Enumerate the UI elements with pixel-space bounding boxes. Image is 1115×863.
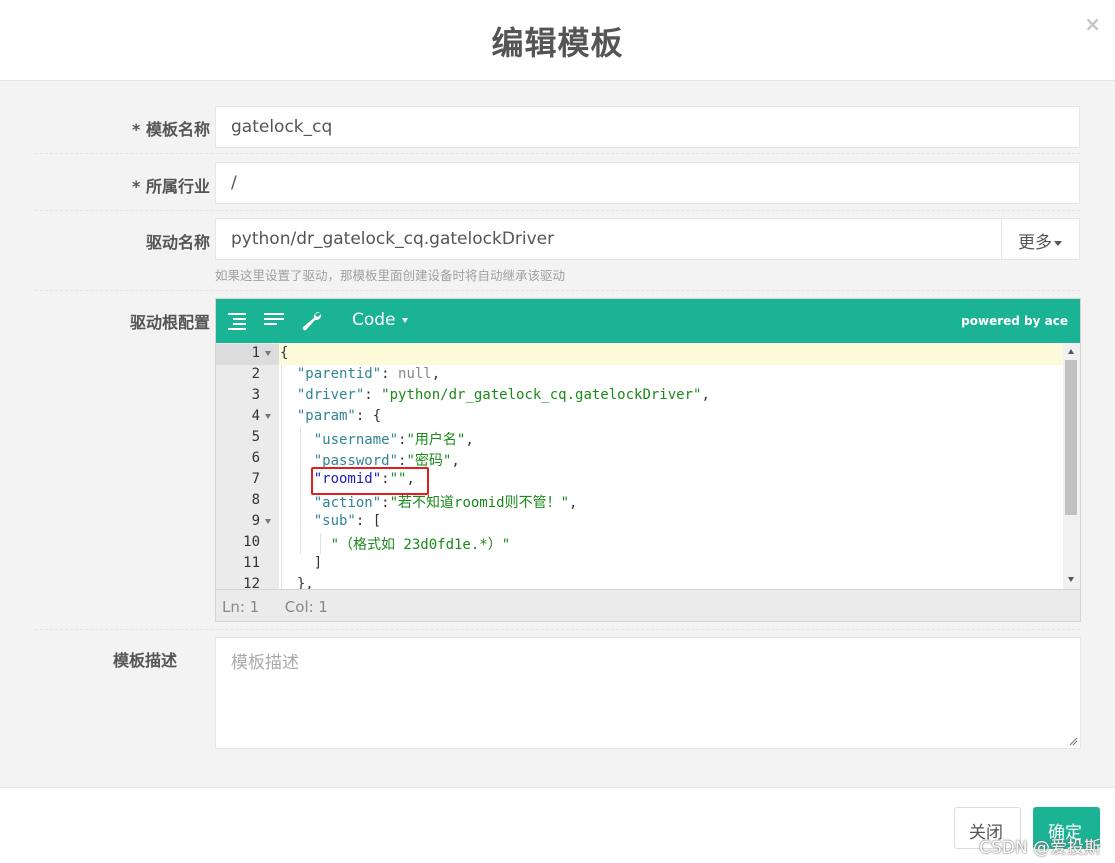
code-value: "若不知道roomid则不管！" (389, 495, 570, 511)
code-key: "param" (296, 408, 356, 424)
mode-label: Code (352, 310, 396, 330)
code-text: { (280, 345, 289, 361)
code-line-3: "driver": "python/dr_gatelock_cq.gateloc… (280, 387, 710, 403)
line-number: 5 (251, 429, 260, 445)
close-icon[interactable]: × (1084, 12, 1101, 36)
fold-arrow-icon[interactable] (265, 519, 271, 524)
form-row-driver-name: 驱动名称 python/dr_gatelock_cq.gatelockDrive… (35, 211, 1080, 291)
code-text: , (701, 387, 710, 403)
code-line-5: "username":"用户名", (280, 429, 474, 449)
code-text: , (431, 366, 441, 382)
editor-status-bar: Ln: 1 Col: 1 (216, 589, 1080, 621)
driver-help-text: 如果这里设置了驱动，那模板里面创建设备时将自动继承该驱动 (215, 268, 566, 283)
line-number: 10 (243, 534, 260, 550)
line-number: 12 (243, 576, 260, 589)
code-key: "action" (313, 495, 382, 511)
line-indicator: Ln: 1 (222, 598, 260, 616)
code-key: "parentid" (296, 366, 382, 382)
format-icon[interactable] (226, 310, 250, 332)
driver-name-input[interactable]: python/dr_gatelock_cq.gatelockDriver (231, 229, 554, 249)
chevron-down-icon (401, 317, 408, 323)
code-text: , (451, 453, 460, 469)
code-key: "username" (313, 432, 399, 448)
code-text: : (381, 366, 399, 382)
form-row-industry: * 所属行业 / (35, 154, 1080, 211)
template-name-label: * 模板名称 (132, 120, 210, 139)
code-text: , (569, 495, 578, 511)
code-key: "driver" (296, 387, 365, 403)
template-name-input[interactable]: gatelock_cq (215, 106, 1080, 148)
code-text: : (381, 495, 390, 511)
scroll-up-icon[interactable] (1068, 349, 1074, 354)
scroll-down-icon[interactable] (1068, 577, 1074, 582)
line-number: 4 (251, 408, 260, 424)
editor-toolbar: Code powered by ace (216, 299, 1080, 343)
line-number: 1 (251, 345, 260, 361)
driver-name-label: 驱动名称 (145, 233, 210, 252)
code-line-8: "action":"若不知道roomid则不管！", (280, 492, 578, 512)
active-line-highlight (279, 344, 1063, 365)
code-line-1: { (280, 345, 288, 361)
driver-config-label: 驱动根配置 (129, 313, 210, 332)
powered-by-ace: powered by ace (961, 314, 1068, 328)
code-line-9: "sub": [ (280, 513, 381, 529)
form-row-template-name: * 模板名称 gatelock_cq (35, 97, 1080, 154)
driver-name-input-group: python/dr_gatelock_cq.gatelockDriver 更多 (215, 218, 1080, 260)
more-label: 更多 (1018, 233, 1052, 253)
line-number: 3 (251, 387, 260, 403)
code-value: "（格式如 23d0fd1e.*）" (330, 537, 511, 553)
mode-dropdown[interactable]: Code (352, 310, 408, 330)
line-number: 9 (251, 513, 260, 529)
more-dropdown-button[interactable]: 更多 (1001, 219, 1079, 259)
line-number: 7 (251, 471, 260, 487)
description-placeholder: 模板描述 (231, 653, 299, 673)
wrench-icon[interactable] (300, 310, 324, 332)
compact-icon[interactable] (262, 310, 286, 332)
description-textarea[interactable]: 模板描述 (215, 637, 1081, 749)
code-text: ] (313, 555, 323, 571)
line-number: 6 (251, 450, 260, 466)
code-line-12: }, (280, 576, 314, 589)
code-value: null (398, 366, 432, 382)
code-text: : (364, 387, 382, 403)
code-text: }, (296, 576, 314, 589)
industry-input[interactable]: / (215, 162, 1080, 204)
code-text: : { (355, 408, 382, 424)
watermark: CSDN @爱投斯 (979, 838, 1101, 858)
roomid-highlight-box (311, 467, 429, 495)
editor-body[interactable]: 1 2 3 4 5 6 7 8 9 10 11 12 { "parentid":… (216, 343, 1080, 589)
modal-footer: 关闭 确定 (0, 787, 1115, 863)
line-number: 8 (251, 492, 260, 508)
code-key: "sub" (313, 513, 356, 529)
line-number: 11 (243, 555, 260, 571)
json-editor[interactable]: Code powered by ace 1 2 3 4 5 6 7 8 9 10… (215, 298, 1081, 622)
column-indicator: Col: 1 (284, 598, 328, 616)
modal-title: 编辑模板 (491, 24, 624, 62)
line-number: 2 (251, 366, 260, 382)
industry-label: * 所属行业 (132, 177, 210, 196)
fold-arrow-icon[interactable] (265, 351, 271, 356)
editor-scrollbar[interactable] (1063, 343, 1080, 589)
code-value: "用户名" (406, 432, 466, 448)
code-text: , (465, 432, 474, 448)
chevron-down-icon (1054, 240, 1062, 246)
resize-handle-icon[interactable] (1069, 737, 1078, 746)
code-text: : [ (355, 513, 382, 529)
code-line-10: "（格式如 23d0fd1e.*）" (280, 534, 511, 554)
code-line-4: "param": { (280, 408, 381, 424)
description-label: 模板描述 (112, 651, 177, 670)
scrollbar-thumb[interactable] (1065, 360, 1077, 515)
code-line-2: "parentid": null, (280, 366, 440, 382)
fold-arrow-icon[interactable] (265, 414, 271, 419)
modal-header: 编辑模板 × (0, 0, 1115, 81)
code-line-11: ] (280, 555, 322, 571)
code-value: "python/dr_gatelock_cq.gatelockDriver" (381, 387, 702, 403)
